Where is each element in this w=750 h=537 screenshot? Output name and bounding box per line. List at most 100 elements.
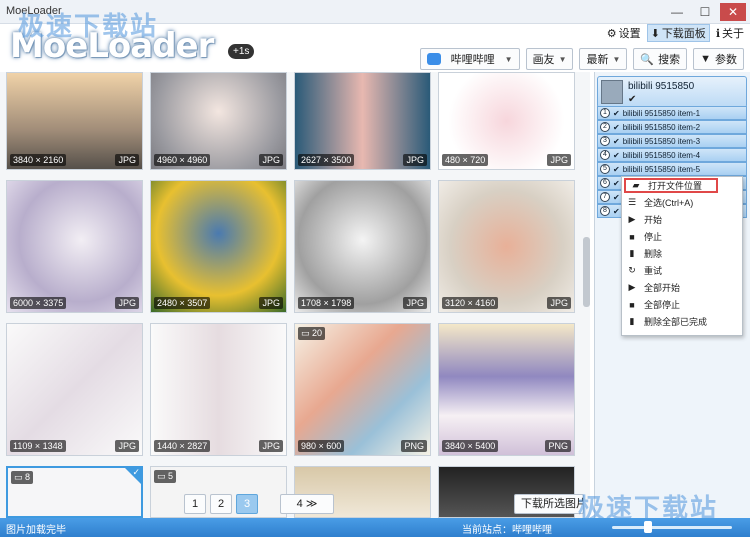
thumb-format: PNG [545,440,571,452]
page-3-button[interactable]: 3 [236,494,258,514]
sort-select[interactable]: 最新 ▼ [579,48,628,70]
thumb-format: JPG [403,154,427,166]
close-button[interactable]: ✕ [720,3,746,21]
menu-item-label: 删除 [644,249,663,259]
info-icon: ℹ [715,27,720,40]
minimize-button[interactable]: — [664,3,690,21]
watermark-top: 极速下载站 [18,11,159,41]
download-item-index: 7 [600,192,610,202]
thumb-card[interactable]: 1109 × 1348 JPG [6,323,143,456]
filter-icon: ▼ [700,53,711,65]
menu-item-label: 全部停止 [644,300,681,310]
download-item[interactable]: 2 ✔ bilibili 9515850 item-2 [597,120,747,134]
thumb-dimensions: 2627 × 3500 [298,154,355,166]
download-item[interactable]: 4 ✔ bilibili 9515850 item-4 [597,148,747,162]
delete-icon: ▮ [629,248,635,258]
thumb-format: JPG [259,297,283,309]
thumb-dimensions: 3840 × 2160 [10,154,67,166]
menu-start[interactable]: ▶ 开始 [622,211,742,228]
download-panel-link[interactable]: ⬇ 下载面板 [646,24,710,42]
thumb-format: PNG [401,440,427,452]
chevron-down-icon: ▼ [558,54,567,64]
thumb-dimensions: 1440 × 2827 [154,440,211,452]
thumb-card[interactable]: 2627 × 3500 JPG [294,72,431,170]
download-title: bilibili 9515850 [628,81,695,92]
thumb-card[interactable]: 1708 × 1798 JPG [294,180,431,313]
thumb-card[interactable]: 480 × 720 JPG [438,72,575,170]
settings-link[interactable]: ⚙ 设置 [607,25,641,41]
download-item[interactable]: 1 ✔ bilibili 9515850 item-1 [597,106,747,120]
chevron-down-icon: ▼ [612,54,621,64]
thumb-count-badge: ▭ 5 [154,470,177,483]
thumb-count: 8 [25,472,31,482]
page-2-button[interactable]: 2 [210,494,232,514]
grid-scrollbar[interactable] [583,237,590,307]
maximize-button[interactable]: ☐ [692,3,718,21]
thumb-format: JPG [259,440,283,452]
play-all-icon: ▶ [628,282,636,292]
thumb-card[interactable]: 3840 × 5400 PNG [438,323,575,456]
delete-done-icon: ▮ [629,316,635,326]
check-icon: ✔ [613,192,620,202]
thumb-card[interactable]: 2480 × 3507 JPG [150,180,287,313]
menu-select-all[interactable]: ☰ 全选(Ctrl+A) [622,194,742,211]
check-icon: ✔ [613,108,620,118]
download-item[interactable]: 5 ✔ bilibili 9515850 item-5 [597,162,747,176]
thumb-count-badge: ▭ 20 [298,327,326,340]
thumb-card[interactable]: 4960 × 4960 JPG [150,72,287,170]
menu-stop[interactable]: ■ 停止 [622,228,742,245]
check-icon: ✓ [132,467,140,477]
thumb-card[interactable]: 3840 × 2160 JPG [6,72,143,170]
logo-badge: +1s [228,44,255,59]
download-item-label: bilibili 9515850 item-4 [622,150,701,160]
stop-icon: ■ [629,231,635,242]
menu-item-label: 停止 [644,232,663,242]
thumb-dimensions: 6000 × 3375 [10,297,67,309]
category-select[interactable]: 画友 ▼ [525,48,574,70]
status-text: 图片加载完毕 [6,525,66,536]
download-item-label: bilibili 9515850 item-3 [622,136,701,146]
settings-label: 设置 [618,28,641,40]
download-item-index: 4 [600,150,610,160]
thumb-dimensions: 1708 × 1798 [298,297,355,309]
thumb-card[interactable]: 3120 × 4160 JPG [438,180,575,313]
thumb-count: 5 [168,471,174,481]
site-select[interactable]: 哔哩哔哩 ▼ [419,48,520,70]
thumb-card[interactable]: 1440 × 2827 JPG [150,323,287,456]
menu-delete-completed[interactable]: ▮ 删除全部已完成 [622,313,742,330]
status-bar: 图片加载完毕 当前站点：哔哩哔哩 [0,518,750,537]
download-item-label: bilibili 9515850 item-1 [622,108,701,118]
select-all-icon: ☰ [627,197,637,207]
zoom-slider-track[interactable] [612,526,732,529]
next-page-button[interactable]: 4 ≫ [280,494,334,514]
site-select-value: 哔哩哔哩 [450,54,495,66]
thumb-image [151,181,286,312]
thumb-image [295,324,430,455]
thumb-image [439,181,574,312]
menu-retry[interactable]: ↻ 重试 [622,262,742,279]
zoom-slider-thumb[interactable] [644,521,652,533]
window-controls: — ☐ ✕ [664,3,746,21]
about-link[interactable]: ℹ 关于 [716,25,744,41]
params-button[interactable]: ▼ 参数 [693,48,744,70]
image-grid[interactable]: 3840 × 2160 JPG 4960 × 4960 JPG 2627 × 3… [0,72,590,518]
download-panel-header[interactable]: bilibili 9515850 ✔ [597,76,747,108]
thumb-card[interactable]: ▭ 20 980 × 600 PNG [294,323,431,456]
menu-delete[interactable]: ▮ 删除 [622,245,742,262]
download-item[interactable]: 3 ✔ bilibili 9515850 item-3 [597,134,747,148]
context-menu: ▰ 打开文件位置 ☰ 全选(Ctrl+A) ▶ 开始 ■ 停止 ▮ 删除 ↻ 重… [621,176,743,336]
thumb-dimensions: 1109 × 1348 [10,440,66,452]
menu-open-folder[interactable]: ▰ 打开文件位置 [624,178,718,193]
thumb-dimensions: 4960 × 4960 [154,154,211,166]
search-button[interactable]: 🔍 搜索 [633,48,688,70]
download-item-label: bilibili 9515850 item-5 [622,164,701,174]
menu-start-all[interactable]: ▶ 全部开始 [622,279,742,296]
thumb-card-selected[interactable]: ▭ 8 ✓ [6,466,143,518]
page-1-button[interactable]: 1 [184,494,206,514]
menu-stop-all[interactable]: ■ 全部停止 [622,296,742,313]
thumb-count: 20 [312,328,323,338]
check-icon: ✔ [613,178,620,188]
download-selected-button[interactable]: 下载所选图片(1 [514,494,584,514]
thumb-card[interactable]: 6000 × 3375 JPG [6,180,143,313]
menu-item-label: 重试 [644,266,663,276]
